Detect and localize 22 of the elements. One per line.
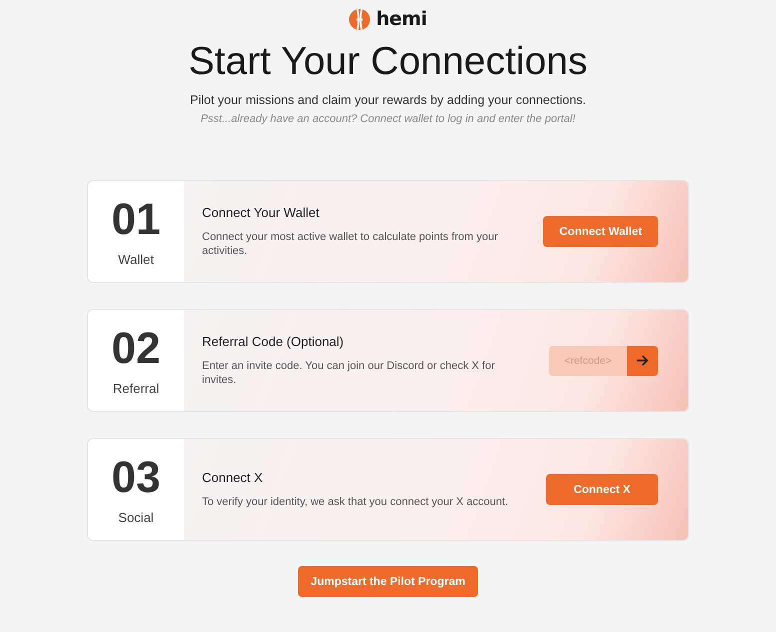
step-label: Wallet — [118, 252, 154, 267]
jumpstart-button[interactable]: Jumpstart the Pilot Program — [298, 566, 478, 597]
step-description: To verify your identity, we ask that you connect your X account. — [202, 495, 510, 509]
step-number: 02 — [112, 325, 160, 373]
step-heading: Referral Code (Optional) — [202, 334, 345, 349]
subtitle: Pilot your missions and claim your rewards by adding your connections. — [190, 93, 586, 107]
step-label: Social — [118, 510, 154, 525]
step-number: 01 — [112, 196, 160, 244]
step-label: Referral — [112, 381, 160, 396]
step-description: Connect your most active wallet to calculate points from your activities. — [202, 230, 499, 258]
brand-name: hemi — [376, 8, 427, 30]
step-heading: Connect Your Wallet — [202, 205, 320, 220]
page-title: Start Your Connections — [188, 40, 588, 84]
arrow-right-icon — [636, 354, 649, 367]
connect-button[interactable]: Connect X — [546, 474, 658, 505]
connect-button[interactable]: Connect Wallet — [543, 216, 658, 247]
step-description: Enter an invite code. You can join our Discord or check X for invites. — [202, 359, 496, 387]
step-heading: Connect X — [202, 470, 264, 485]
submit-button[interactable] — [627, 346, 658, 376]
logo-icon — [349, 8, 370, 30]
hint-text: Psst...already have an account? Connect wallet to log in and enter the portal! — [200, 113, 576, 125]
step-number: 03 — [112, 454, 160, 502]
